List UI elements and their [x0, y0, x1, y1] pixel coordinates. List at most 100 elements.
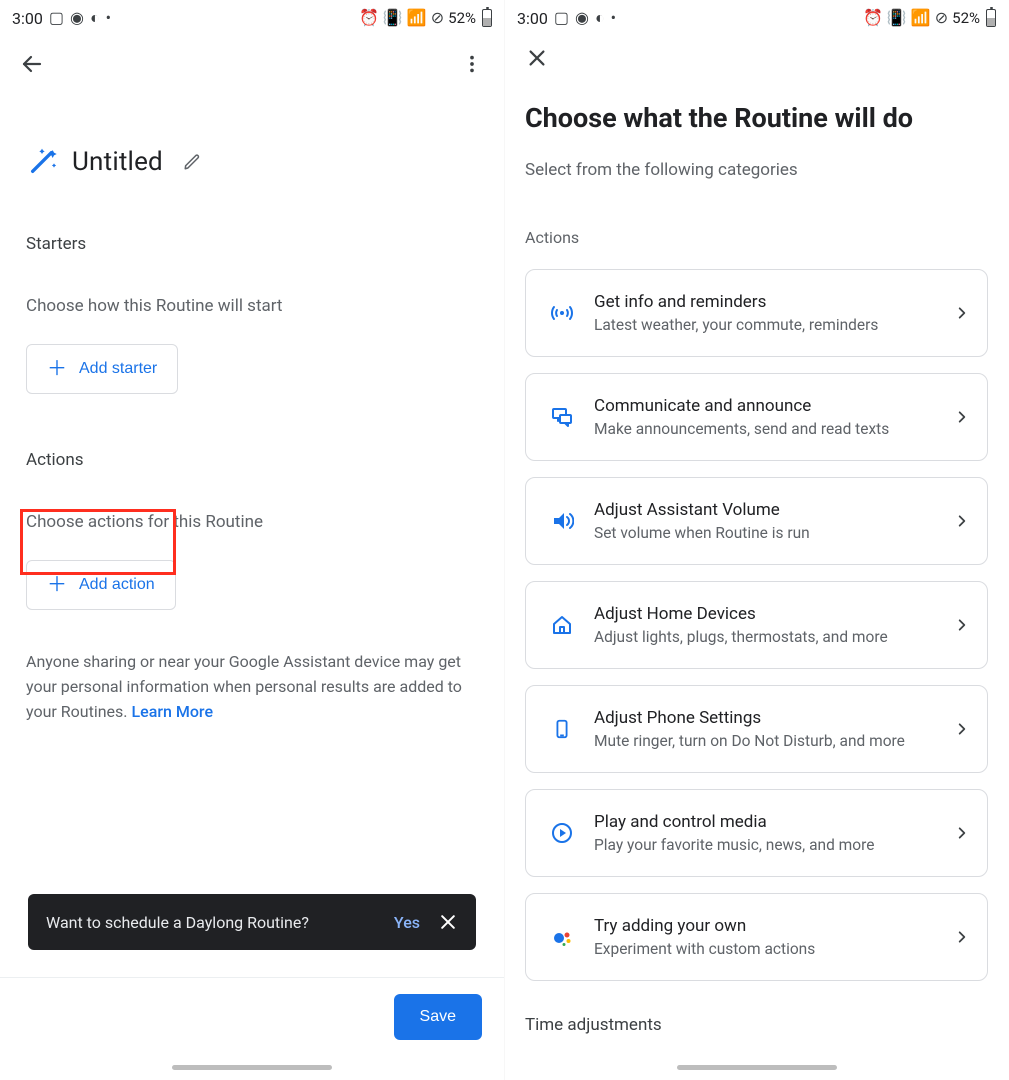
category-title: Adjust Home Devices	[594, 604, 955, 624]
chevron-right-icon	[955, 618, 969, 632]
home-icon	[544, 613, 580, 637]
chevron-right-icon	[955, 930, 969, 944]
app-bar	[505, 36, 1008, 80]
wifi-icon: 📶	[407, 10, 427, 26]
phone-icon	[544, 718, 580, 740]
page-subtitle: Select from the following categories	[525, 160, 988, 180]
chevron-right-icon	[955, 306, 969, 320]
more-vert-icon	[461, 53, 483, 75]
chevron-right-icon	[955, 410, 969, 424]
category-subtitle: Adjust lights, plugs, thermostats, and m…	[594, 628, 955, 646]
starters-subtitle: Choose how this Routine will start	[26, 296, 478, 316]
chevron-right-icon	[955, 722, 969, 736]
action-category-list: Get info and reminders Latest weather, yo…	[525, 269, 988, 981]
action-category-card[interactable]: Communicate and announce Make announcemen…	[525, 373, 988, 461]
add-action-button[interactable]: ＋ Add action	[26, 560, 176, 610]
assistant-icon	[544, 925, 580, 949]
status-time: 3:00	[12, 9, 43, 28]
vibrate-icon: 📳	[383, 10, 403, 26]
category-title: Get info and reminders	[594, 292, 955, 312]
time-adjustments-section-label: Time adjustments	[525, 1015, 988, 1035]
page-title: Choose what the Routine will do	[525, 102, 988, 134]
learn-more-link[interactable]: Learn More	[131, 702, 213, 721]
status-bar: 3:00 ▢ ◉ ◐ • ⏰ 📳 📶 ⊘ 52%	[505, 0, 1008, 36]
action-category-card[interactable]: Adjust Home Devices Adjust lights, plugs,…	[525, 581, 988, 669]
add-starter-button[interactable]: ＋ Add starter	[26, 344, 178, 394]
category-subtitle: Make announcements, send and read texts	[594, 420, 955, 438]
more-indicator-icon: •	[611, 10, 616, 26]
actions-subtitle: Choose actions for this Routine	[26, 512, 478, 532]
battery-percent: 52%	[448, 9, 476, 27]
vibrate-icon: 📳	[887, 10, 907, 26]
action-category-card[interactable]: Adjust Phone Settings Mute ringer, turn o…	[525, 685, 988, 773]
more-indicator-icon: •	[106, 10, 111, 26]
plus-icon: ＋	[47, 575, 67, 595]
snackbar-text: Want to schedule a Daylong Routine?	[46, 913, 309, 932]
arrow-back-icon	[20, 52, 44, 76]
schedule-snackbar: Want to schedule a Daylong Routine? Yes	[28, 894, 476, 950]
disclaimer-text: Anyone sharing or near your Google Assis…	[26, 650, 478, 724]
category-title: Adjust Assistant Volume	[594, 500, 955, 520]
action-category-card[interactable]: Play and control media Play your favorite…	[525, 789, 988, 877]
actions-section-label: Actions	[26, 450, 478, 470]
play-icon	[544, 821, 580, 845]
alarm-icon: ⏰	[863, 10, 883, 26]
battery-percent: 52%	[952, 9, 980, 27]
app-indicator-icon: ◐	[90, 10, 100, 26]
alarm-icon: ⏰	[359, 10, 379, 26]
category-subtitle: Set volume when Routine is run	[594, 524, 955, 542]
magic-wand-icon	[26, 146, 58, 178]
rename-button[interactable]	[177, 147, 207, 177]
messenger-indicator-icon: ◉	[575, 10, 589, 26]
disclaimer-body: Anyone sharing or near your Google Assis…	[26, 652, 462, 721]
actions-section-label: Actions	[525, 228, 988, 247]
battery-icon	[986, 9, 996, 27]
back-button[interactable]	[10, 42, 54, 86]
starters-section-label: Starters	[26, 234, 478, 254]
routine-name: Untitled	[72, 147, 163, 177]
close-button[interactable]	[515, 36, 559, 80]
close-icon	[438, 912, 458, 932]
status-time: 3:00	[517, 9, 548, 28]
category-title: Play and control media	[594, 812, 955, 832]
category-subtitle: Experiment with custom actions	[594, 940, 955, 958]
routine-header: Untitled	[26, 146, 478, 178]
nav-pill[interactable]	[677, 1065, 837, 1070]
chevron-right-icon	[955, 514, 969, 528]
overflow-menu-button[interactable]	[450, 42, 494, 86]
status-bar: 3:00 ▢ ◉ ◐ • ⏰ 📳 📶 ⊘ 52%	[0, 0, 504, 36]
volume-icon	[544, 509, 580, 533]
category-subtitle: Play your favorite music, news, and more	[594, 836, 955, 854]
messenger-indicator-icon: ◉	[70, 10, 84, 26]
app-bar	[0, 36, 504, 92]
category-subtitle: Mute ringer, turn on Do Not Disturb, and…	[594, 732, 955, 750]
action-category-card[interactable]: Get info and reminders Latest weather, yo…	[525, 269, 988, 357]
category-subtitle: Latest weather, your commute, reminders	[594, 316, 955, 334]
action-category-card[interactable]: Try adding your own Experiment with custo…	[525, 893, 988, 981]
snackbar-close-button[interactable]	[438, 912, 458, 932]
chat-icon	[544, 405, 580, 429]
action-category-card[interactable]: Adjust Assistant Volume Set volume when R…	[525, 477, 988, 565]
close-icon	[526, 47, 548, 69]
bottom-action-bar: Save	[0, 977, 504, 1040]
add-starter-label: Add starter	[79, 360, 157, 378]
add-action-label: Add action	[79, 576, 155, 594]
save-button[interactable]: Save	[394, 994, 482, 1040]
dnd-icon: ⊘	[431, 10, 444, 26]
app-indicator-icon: ◐	[595, 10, 605, 26]
wifi-icon: 📶	[911, 10, 931, 26]
category-title: Communicate and announce	[594, 396, 955, 416]
battery-icon	[482, 9, 492, 27]
nav-pill[interactable]	[172, 1065, 332, 1070]
choose-action-screen: 3:00 ▢ ◉ ◐ • ⏰ 📳 📶 ⊘ 52% Choose what the…	[504, 0, 1008, 1080]
photos-indicator-icon: ▢	[49, 10, 64, 26]
routine-editor-screen: 3:00 ▢ ◉ ◐ • ⏰ 📳 📶 ⊘ 52%	[0, 0, 504, 1080]
category-title: Try adding your own	[594, 916, 955, 936]
plus-icon: ＋	[47, 359, 67, 379]
snackbar-yes-button[interactable]: Yes	[376, 913, 438, 932]
dnd-icon: ⊘	[935, 10, 948, 26]
category-title: Adjust Phone Settings	[594, 708, 955, 728]
photos-indicator-icon: ▢	[554, 10, 569, 26]
pencil-icon	[183, 153, 201, 171]
chevron-right-icon	[955, 826, 969, 840]
